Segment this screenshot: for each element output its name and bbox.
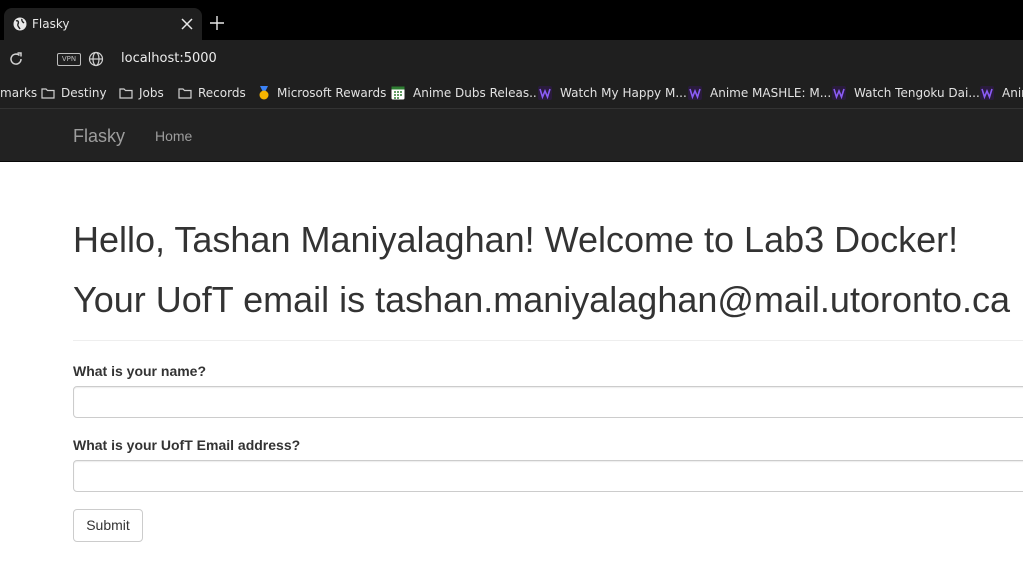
nav-link-home[interactable]: Home: [155, 128, 192, 144]
bookmark-label: marks: [0, 86, 38, 100]
email-input[interactable]: [73, 460, 1023, 492]
calendar-grid-icon: [391, 86, 405, 100]
submit-button[interactable]: Submit: [73, 509, 143, 542]
bookmark-label: Anime Dubs Releas...: [413, 86, 541, 100]
name-input[interactable]: [73, 386, 1023, 418]
navbar-brand[interactable]: Flasky: [73, 126, 125, 147]
folder-icon: [178, 88, 192, 99]
bookmark-label: Anime MASHLE: M...: [710, 86, 832, 100]
bookmark-label: Destiny: [61, 86, 107, 100]
folder-icon: [119, 88, 133, 99]
vpn-badge[interactable]: VPN: [57, 53, 81, 66]
close-tab-icon[interactable]: [180, 17, 194, 31]
bookmark-label: Records: [198, 86, 246, 100]
w-logo-icon: [980, 86, 994, 100]
w-logo-icon: [688, 86, 702, 100]
site-navbar: Flasky Home: [0, 109, 1023, 162]
w-logo-icon: [538, 86, 552, 100]
medal-icon: [259, 86, 269, 100]
site-info-globe-icon[interactable]: [88, 51, 104, 67]
email-heading: Your UofT email is tashan.maniyalaghan@m…: [73, 279, 1011, 320]
browser-toolbar: VPN localhost:5000: [0, 40, 1023, 78]
bookmark-label: Jobs: [139, 86, 164, 100]
new-tab-icon[interactable]: [209, 15, 225, 31]
reload-icon[interactable]: [8, 51, 24, 67]
w-logo-icon: [832, 86, 846, 100]
greeting-heading: Hello, Tashan Maniyalaghan! Welcome to L…: [73, 219, 959, 260]
divider: [73, 340, 1023, 341]
bookmark-label: Watch My Happy M...: [560, 86, 687, 100]
bookmarks-bar: marks Destiny Jobs Records Microsoft Rew…: [0, 78, 1023, 109]
url-input[interactable]: localhost:5000: [121, 51, 217, 66]
bookmark-label: Microsoft Rewards: [277, 86, 387, 100]
globe-favicon-icon: [13, 17, 27, 31]
browser-tab[interactable]: Flasky: [4, 8, 202, 40]
folder-icon: [41, 88, 55, 99]
bookmark-item[interactable]: marks: [0, 85, 37, 101]
bookmark-label: Watch Tengoku Dai...: [854, 86, 980, 100]
name-field-label: What is your name?: [73, 363, 207, 379]
browser-tab-strip: Flasky: [0, 0, 1023, 40]
tab-title: Flasky: [32, 17, 70, 31]
email-field-label: What is your UofT Email address?: [73, 437, 301, 453]
bookmark-label: Anim: [1002, 86, 1023, 100]
